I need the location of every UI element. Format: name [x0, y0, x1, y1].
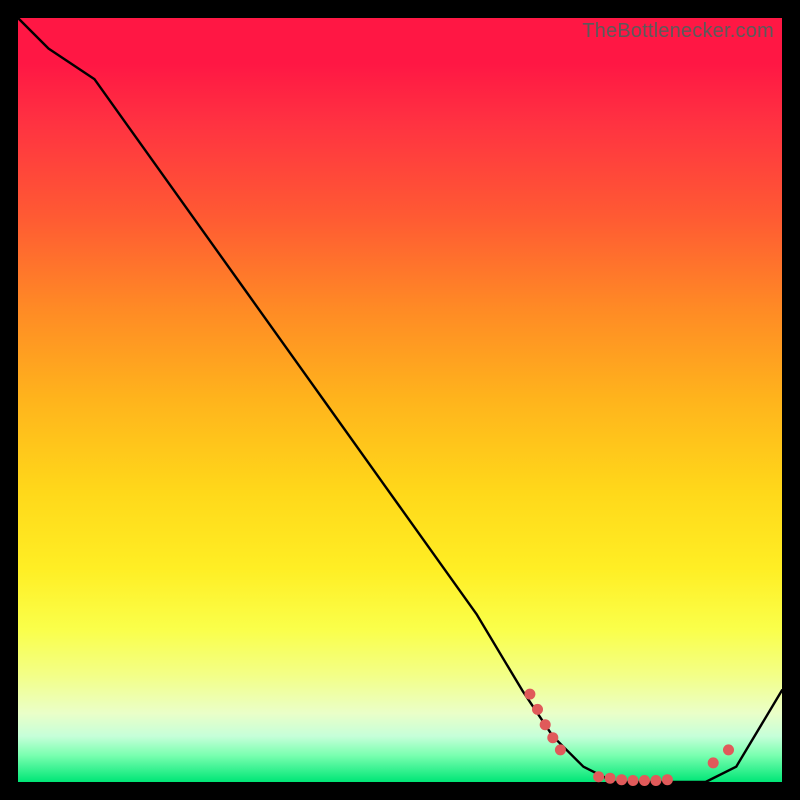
optimal-range-markers [524, 689, 734, 786]
marker-dot [639, 775, 650, 786]
plot-area: TheBottlenecker.com [18, 18, 782, 782]
marker-dot [650, 775, 661, 786]
marker-dot [662, 774, 673, 785]
marker-dot [723, 744, 734, 755]
marker-dot [524, 689, 535, 700]
marker-dot [547, 732, 558, 743]
chart-frame: TheBottlenecker.com [0, 0, 800, 800]
marker-dot [532, 704, 543, 715]
marker-dot [616, 774, 627, 785]
marker-dot [628, 775, 639, 786]
bottleneck-curve-svg [18, 18, 782, 782]
marker-dot [605, 773, 616, 784]
marker-dot [540, 719, 551, 730]
marker-dot [593, 771, 604, 782]
marker-dot [555, 744, 566, 755]
marker-dot [708, 757, 719, 768]
bottleneck-curve [18, 18, 782, 782]
